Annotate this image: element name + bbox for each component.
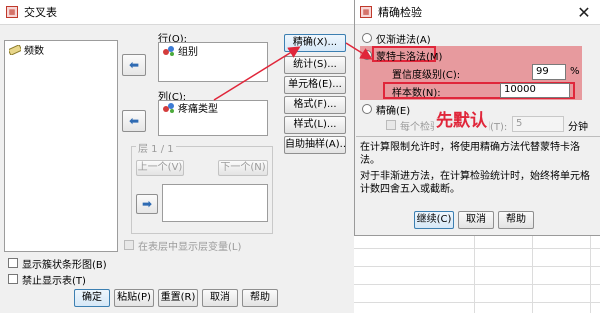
annotation-arrows [213,42,373,101]
annotation-arrow-1 [213,46,301,101]
annotation-arrow-2 [345,42,373,60]
screen: { "crosstabs": { "title": "交叉表", "source… [0,0,600,313]
